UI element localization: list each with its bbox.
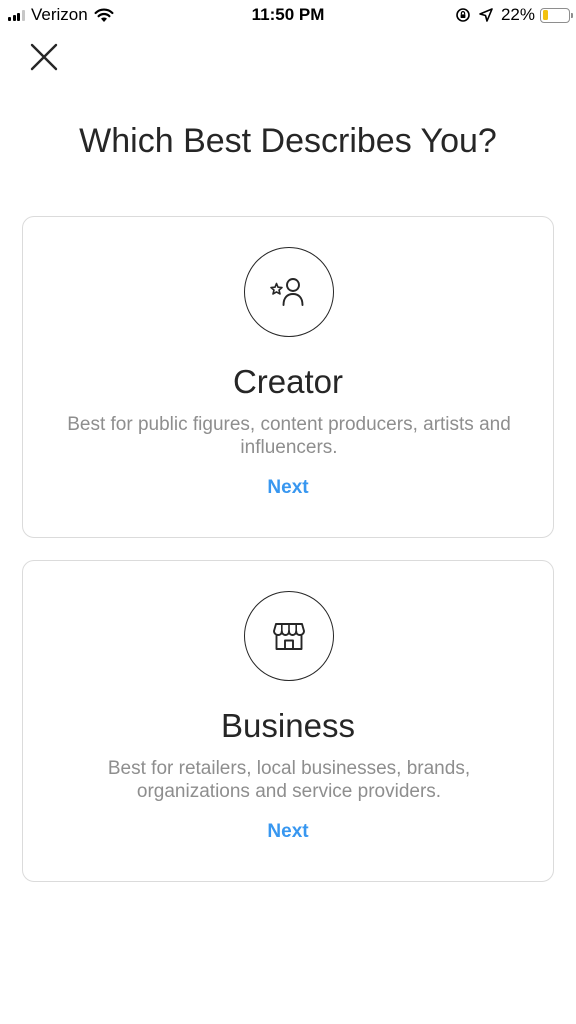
battery-level-fill xyxy=(542,10,548,20)
orientation-lock-icon xyxy=(455,7,471,23)
business-title: Business xyxy=(221,707,355,744)
creator-icon-circle xyxy=(244,247,334,337)
battery-icon xyxy=(540,7,573,23)
account-type-screen: Verizon 11:50 PM 22% Which Best Describe… xyxy=(0,0,576,1024)
status-bar: Verizon 11:50 PM 22% xyxy=(0,0,576,30)
business-description: Best for retailers, local businesses, br… xyxy=(107,758,471,802)
creator-title: Creator xyxy=(232,363,344,400)
creator-option-card[interactable]: Creator Best for public figures, content… xyxy=(22,216,554,538)
storefront-icon xyxy=(273,623,305,650)
close-icon xyxy=(30,43,58,71)
creator-person-star-icon xyxy=(270,278,304,306)
status-right: 22% xyxy=(455,5,573,25)
creator-next-button[interactable]: Next xyxy=(23,477,553,499)
business-icon-circle xyxy=(244,591,334,681)
battery-percent: 22% xyxy=(500,5,535,24)
business-next-button[interactable]: Next xyxy=(23,821,553,843)
page-title: Which Best Describes You? xyxy=(79,122,497,160)
business-option-card[interactable]: Business Best for retailers, local busin… xyxy=(22,560,554,882)
location-arrow-icon xyxy=(479,8,493,22)
creator-description: Best for public figures, content produce… xyxy=(67,414,511,458)
close-button[interactable] xyxy=(30,43,58,71)
